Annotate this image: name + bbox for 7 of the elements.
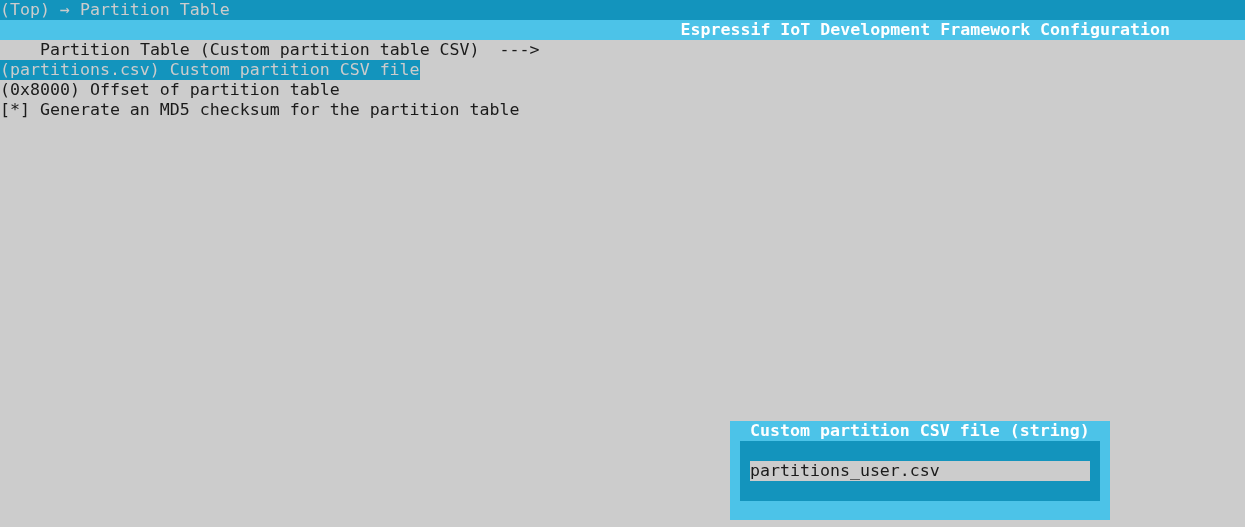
input-field[interactable]: partitions_user.csv — [750, 461, 1090, 481]
menu-item[interactable]: Partition Table (Custom partition table CSV) ---> — [40, 40, 540, 60]
dialog-title: Custom partition CSV file (string) — [749, 421, 1091, 441]
breadcrumb: (Top) → Partition Table — [0, 0, 230, 19]
menu-item[interactable]: [*] Generate an MD5 checksum for the partition table — [0, 100, 520, 120]
menu-item[interactable]: (0x8000) Offset of partition table — [0, 80, 340, 100]
window-title: Espressif IoT Development Framework Configuration — [680, 20, 1170, 40]
